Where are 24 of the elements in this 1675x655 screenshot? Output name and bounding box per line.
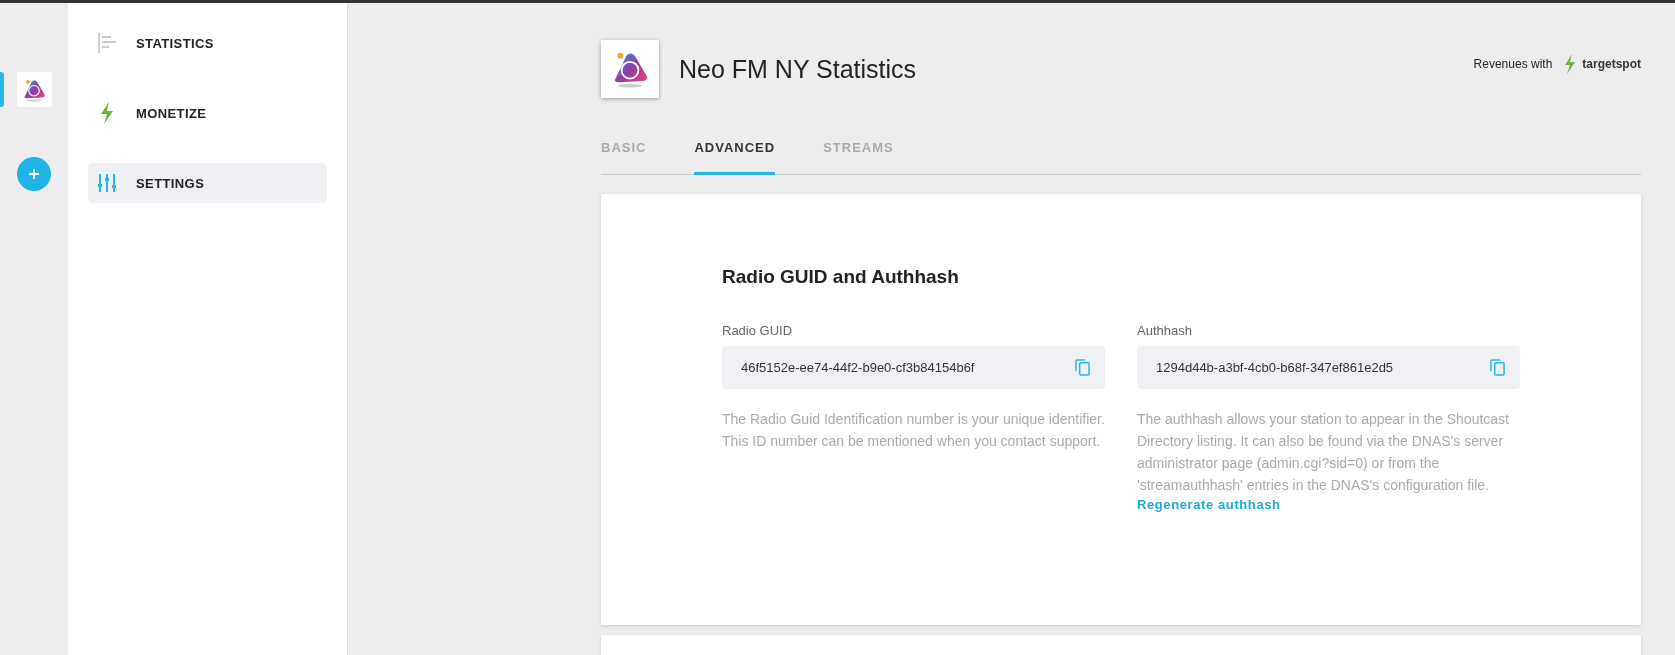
station-logo <box>601 40 659 99</box>
input-field[interactable]: 1294d44b-a3bf-4cb0-b68f-347ef861e2d5 <box>1137 345 1520 389</box>
copy-icon[interactable] <box>1490 358 1505 376</box>
station-logo[interactable] <box>16 72 52 107</box>
input-field[interactable]: 46f5152e-ee74-44f2-b9e0-cf3b84154b6f <box>722 345 1105 389</box>
field-label: Radio GUID <box>722 322 793 338</box>
card-heading: Radio GUID and Authhash <box>722 265 960 288</box>
field-description: The Radio Guid Identification number is your unique identifier. This ID number can be mentioned when you contact support. <box>722 409 1105 451</box>
tab[interactable]: ADVANCED <box>694 139 776 175</box>
add-button[interactable] <box>17 157 51 191</box>
bar-chart-icon <box>98 33 116 53</box>
lightning-icon <box>1564 54 1577 75</box>
sidebar-item[interactable]: SETTINGS <box>88 163 327 203</box>
copy-icon[interactable] <box>1075 358 1090 376</box>
partner-logo-text: targetspot <box>1582 57 1641 72</box>
field-description: The authhash allows your station to appear in the Shoutcast Directory listing. It can also be found via the DNAS's server administrator page (admin.cgi?sid=0) or from the 'streamauthhash' entries in the DNAS's configuration file. <box>1137 409 1510 495</box>
revenues-label: Revenues with <box>1473 57 1553 72</box>
sidebar-item[interactable]: STATISTICS <box>88 23 327 63</box>
plus-icon <box>28 168 40 180</box>
sliders-icon <box>98 174 116 192</box>
sidebar-item[interactable]: MONETIZE <box>88 93 327 133</box>
page-title: Neo FM NY Statistics <box>679 54 918 84</box>
field-label: Authhash <box>1137 322 1192 338</box>
lightning-icon <box>98 102 116 124</box>
